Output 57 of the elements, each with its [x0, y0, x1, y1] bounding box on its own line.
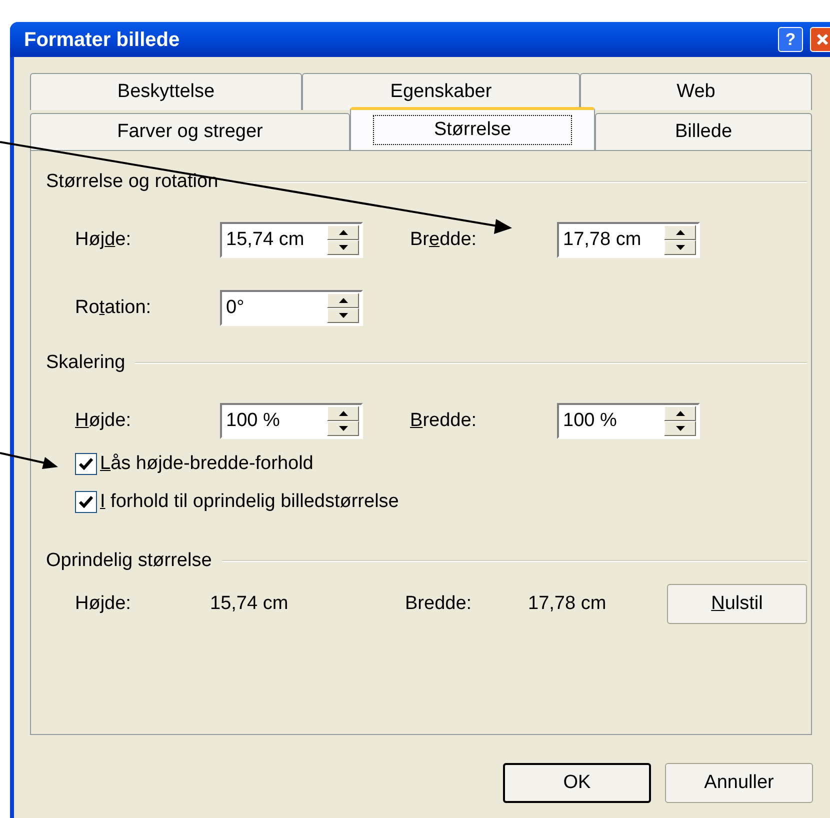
- group-heading: Oprindelig størrelse: [46, 548, 212, 573]
- spin-field[interactable]: 15,74 cm: [220, 222, 363, 258]
- spin-up-button[interactable]: [327, 293, 359, 308]
- check-icon: [79, 496, 93, 508]
- down-arrow-icon: [338, 313, 348, 318]
- size-value: 15,74 cm: [210, 592, 290, 616]
- field-label: Højde:: [75, 408, 132, 433]
- up-arrow-icon: [338, 230, 348, 235]
- spin-down-button[interactable]: [327, 421, 359, 436]
- tab[interactable]: Farver og streger: [30, 113, 350, 150]
- down-arrow-icon: [676, 245, 684, 250]
- spin-field[interactable]: 0°: [220, 290, 363, 326]
- spin-field[interactable]: 17,78 cm: [557, 222, 700, 258]
- tab[interactable]: Størrelse: [350, 107, 595, 150]
- up-arrow-icon: [676, 230, 684, 235]
- spin-down-button[interactable]: [327, 308, 359, 323]
- field-label: Højde:: [75, 228, 132, 252]
- up-arrow-icon: [338, 411, 348, 416]
- tab[interactable]: Beskyttelse: [30, 73, 302, 110]
- field-label: Bredde:: [410, 408, 478, 433]
- tab[interactable]: Web: [580, 73, 812, 110]
- checkbox-label[interactable]: Lås højde-bredde-forhold: [100, 450, 314, 478]
- annotation-arrow: [0, 452, 58, 469]
- spin-down-button[interactable]: [664, 240, 696, 255]
- spin-field[interactable]: 100 %: [220, 403, 363, 439]
- checkbox[interactable]: [75, 453, 97, 475]
- spin-up-button[interactable]: [327, 225, 359, 240]
- spin-down-button[interactable]: [664, 421, 696, 436]
- reset-button[interactable]: Nulstil: [667, 584, 807, 624]
- field-label: Rotation:: [75, 296, 152, 320]
- down-arrow-icon: [338, 245, 348, 250]
- size-value: 17,78 cm: [528, 592, 608, 616]
- close-icon: [816, 33, 829, 46]
- ok-button[interactable]: OK: [503, 763, 651, 803]
- checkbox-label[interactable]: I forhold til oprindelig billedstørrelse: [100, 488, 399, 516]
- group-heading: Størrelse og rotation: [46, 170, 218, 194]
- down-arrow-icon: [338, 426, 348, 431]
- field-label: Højde:: [75, 592, 132, 616]
- help-button[interactable]: ?: [778, 27, 803, 52]
- cancel-button[interactable]: Annuller: [665, 763, 813, 803]
- group-heading: Skalering: [46, 350, 126, 375]
- up-arrow-icon: [676, 411, 684, 416]
- spin-up-button[interactable]: [664, 225, 696, 240]
- spin-up-button[interactable]: [327, 406, 359, 421]
- spin-down-button[interactable]: [327, 240, 359, 255]
- checkbox[interactable]: [75, 491, 97, 513]
- window-title: Formater billede: [24, 28, 181, 52]
- up-arrow-icon: [338, 298, 348, 303]
- field-label: Bredde:: [410, 228, 478, 252]
- tab[interactable]: Egenskaber: [302, 73, 580, 110]
- check-icon: [79, 458, 93, 470]
- tab[interactable]: Billede: [595, 113, 812, 150]
- field-label: Bredde:: [405, 592, 473, 616]
- spin-field[interactable]: 100 %: [557, 403, 700, 439]
- spin-up-button[interactable]: [664, 406, 696, 421]
- close-button[interactable]: [810, 27, 830, 52]
- down-arrow-icon: [676, 426, 684, 431]
